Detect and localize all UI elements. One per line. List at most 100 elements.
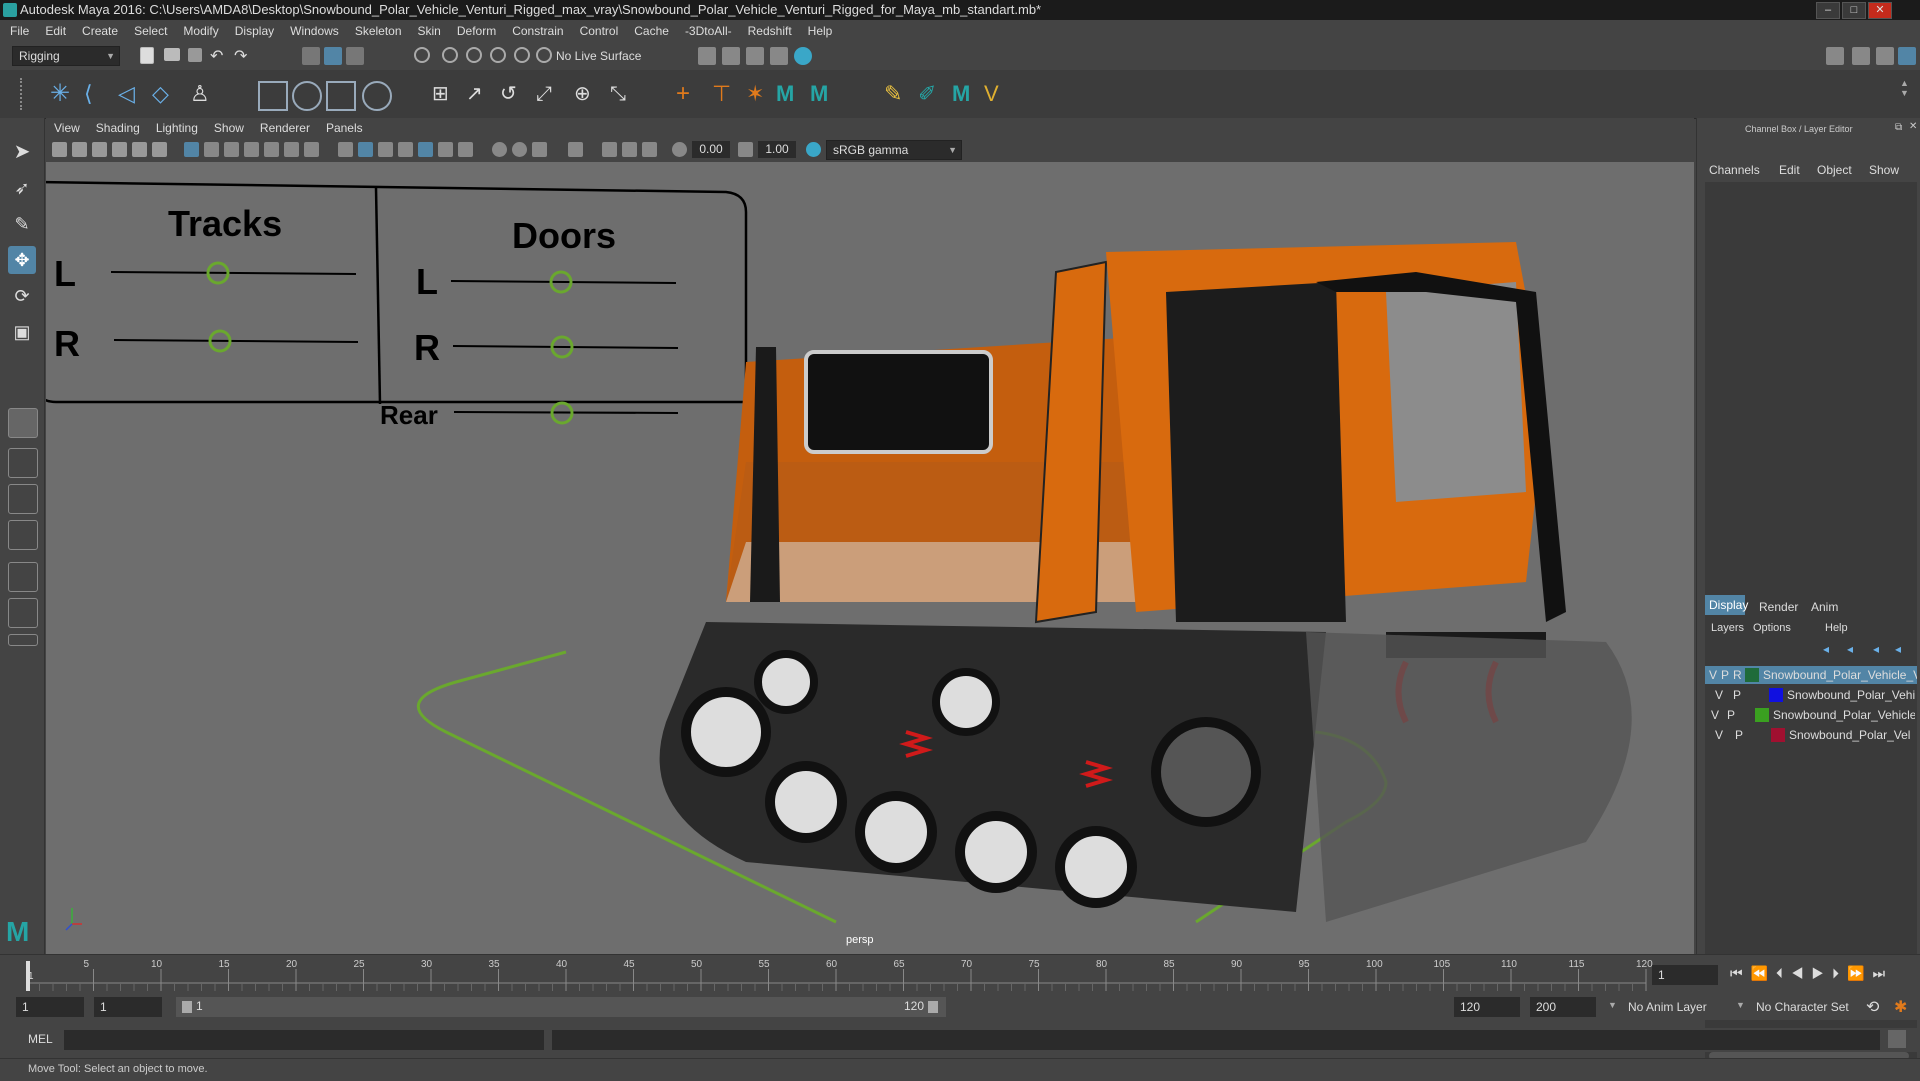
collapse-layout-icon[interactable] — [8, 634, 38, 646]
snap-magnet-icon[interactable] — [536, 47, 552, 63]
menu-skin[interactable]: Skin — [410, 20, 449, 42]
motion-blur-icon[interactable] — [492, 142, 507, 157]
camera-select-icon[interactable] — [52, 142, 67, 157]
redo-icon[interactable]: ↷ — [234, 46, 252, 65]
move-layer-down-icon[interactable]: ◂ — [1847, 642, 1853, 656]
ik-spline-icon[interactable]: ◁ — [118, 81, 144, 107]
cluster-icon[interactable] — [292, 81, 322, 111]
layer-name[interactable]: Snowbound_Polar_Vehicle — [1773, 706, 1915, 724]
layer-color-swatch[interactable] — [1755, 708, 1769, 722]
polar-vehicle-model[interactable] — [659, 242, 1632, 922]
layer-menu-layers[interactable]: Layers — [1711, 622, 1744, 634]
move-layer-up-icon[interactable]: ◂ — [1823, 642, 1829, 656]
vehicle-open-door[interactable] — [1034, 260, 1108, 624]
render-settings-icon[interactable] — [698, 47, 716, 65]
select-tool-icon[interactable]: ➤ — [8, 138, 36, 166]
four-view-layout-icon[interactable] — [8, 448, 38, 478]
time-slider-ruler[interactable]: 1 5 10 15 20 25 30 35 40 45 50 55 60 65 70 75 80 85 90 95 1… — [26, 955, 1666, 995]
shelf-scroll-icon[interactable]: ▲ ▼ — [1900, 78, 1909, 98]
mirror-joint-icon[interactable]: ◇ — [152, 81, 178, 107]
layer-name[interactable]: Snowbound_Polar_Vel — [1789, 726, 1915, 744]
safe-action-icon[interactable] — [284, 142, 299, 157]
grid-toggle-icon[interactable] — [184, 142, 199, 157]
group-icon[interactable]: ⊤ — [712, 81, 738, 107]
menu-select[interactable]: Select — [126, 20, 175, 42]
humanik-icon[interactable]: ♙ — [190, 81, 216, 107]
menu-display[interactable]: Display — [227, 20, 282, 42]
lattice-icon[interactable] — [258, 81, 288, 111]
shelf-handle-icon[interactable] — [20, 78, 32, 110]
range-start-handle[interactable] — [182, 1001, 192, 1013]
animation-preferences-icon[interactable]: ✱ — [1894, 997, 1907, 1017]
skin-weights-icon[interactable]: M — [952, 81, 978, 107]
xray-components-icon[interactable] — [642, 142, 657, 157]
exposure-icon[interactable] — [672, 142, 687, 157]
create-layer-from-selection-icon[interactable]: ◂ — [1895, 642, 1901, 656]
viewport-menu-view[interactable]: View — [46, 118, 88, 138]
maya-script-icon[interactable]: M — [776, 81, 802, 107]
orient-constraint-icon[interactable]: ↺ — [500, 81, 526, 107]
step-back-frame-icon[interactable]: ⏪ — [1751, 965, 1776, 981]
maximize-button[interactable]: □ — [1842, 2, 1866, 19]
menu-constrain[interactable]: Constrain — [504, 20, 571, 42]
layer-visibility-toggle[interactable]: V — [1715, 686, 1723, 704]
snap-curve-icon[interactable] — [442, 47, 458, 63]
menu-windows[interactable]: Windows — [282, 20, 347, 42]
render-frame-icon[interactable] — [746, 47, 764, 65]
animation-end-field[interactable]: 200 — [1530, 997, 1596, 1017]
sculpt-deformer-icon[interactable] — [362, 81, 392, 111]
tab-anim[interactable]: Anim — [1811, 600, 1838, 614]
color-management-icon[interactable] — [806, 142, 821, 157]
gamma-icon[interactable] — [738, 142, 753, 157]
two-d-pan-icon[interactable] — [132, 142, 147, 157]
layer-row-3[interactable]: V P Snowbound_Polar_Vehicle — [1705, 706, 1917, 724]
menu-redshift[interactable]: Redshift — [740, 20, 800, 42]
perspective-scene[interactable]: Tracks Doors L R L R Rear persp — [46, 162, 1694, 954]
safe-title-icon[interactable] — [304, 142, 319, 157]
menu-modify[interactable]: Modify — [175, 20, 226, 42]
hypershade-icon[interactable] — [794, 47, 812, 65]
chevron-down-icon[interactable]: ▼ — [1608, 1000, 1617, 1010]
step-back-key-icon[interactable]: ⏴ — [1776, 965, 1791, 981]
tab-display[interactable]: Display — [1705, 595, 1748, 615]
script-editor-icon[interactable] — [1888, 1030, 1906, 1048]
layer-color-swatch[interactable] — [1769, 688, 1783, 702]
smooth-shade-icon[interactable] — [358, 142, 373, 157]
rotate-tool-icon[interactable]: ⟳ — [8, 282, 36, 310]
wrap-icon[interactable] — [326, 81, 356, 111]
exposure-field[interactable]: 0.00 — [692, 141, 730, 158]
hypershade-layout-icon[interactable] — [8, 562, 38, 592]
layer-color-swatch[interactable] — [1745, 668, 1759, 682]
playback-start-field[interactable]: 1 — [94, 997, 162, 1017]
playback-end-field[interactable]: 120 — [1454, 997, 1520, 1017]
scale-tool-icon[interactable]: ▣ — [8, 318, 36, 346]
layer-visibility-toggle[interactable]: V — [1711, 706, 1719, 724]
menu-deform[interactable]: Deform — [449, 20, 504, 42]
menu-set-dropdown[interactable]: Rigging ▼ — [12, 46, 120, 66]
lights-icon[interactable] — [418, 142, 433, 157]
menu-help[interactable]: Help — [800, 20, 841, 42]
select-by-object-icon[interactable] — [324, 47, 342, 65]
viewport-menu-shading[interactable]: Shading — [88, 118, 148, 138]
channel-menu-show[interactable]: Show — [1869, 163, 1899, 177]
snap-point-icon[interactable] — [466, 47, 482, 63]
outliner-layout-icon[interactable] — [8, 598, 38, 628]
menu-file[interactable]: File — [0, 20, 37, 42]
lasso-tool-icon[interactable]: ➶ — [8, 174, 36, 202]
layer-color-swatch[interactable] — [1771, 728, 1785, 742]
snap-grid-icon[interactable] — [414, 47, 430, 63]
close-button[interactable]: ✕ — [1868, 2, 1892, 19]
point-constraint-icon[interactable]: ⊞ — [432, 81, 458, 107]
field-chart-icon[interactable] — [264, 142, 279, 157]
anim-layer-dropdown[interactable]: No Anim Layer — [1622, 997, 1738, 1017]
modeling-toolkit-icon[interactable] — [1826, 47, 1844, 65]
viewport-menu-lighting[interactable]: Lighting — [148, 118, 206, 138]
paint-select-tool-icon[interactable]: ✎ — [8, 210, 36, 238]
layer-playback-toggle[interactable]: P — [1735, 726, 1743, 744]
menu-3dtoall[interactable]: -3DtoAll- — [677, 20, 740, 42]
camera-attributes-icon[interactable] — [72, 142, 87, 157]
range-end-handle[interactable] — [928, 1001, 938, 1013]
image-plane-icon[interactable] — [112, 142, 127, 157]
ipr-render-icon[interactable] — [770, 47, 788, 65]
detach-skin-icon[interactable]: V — [984, 81, 1010, 107]
